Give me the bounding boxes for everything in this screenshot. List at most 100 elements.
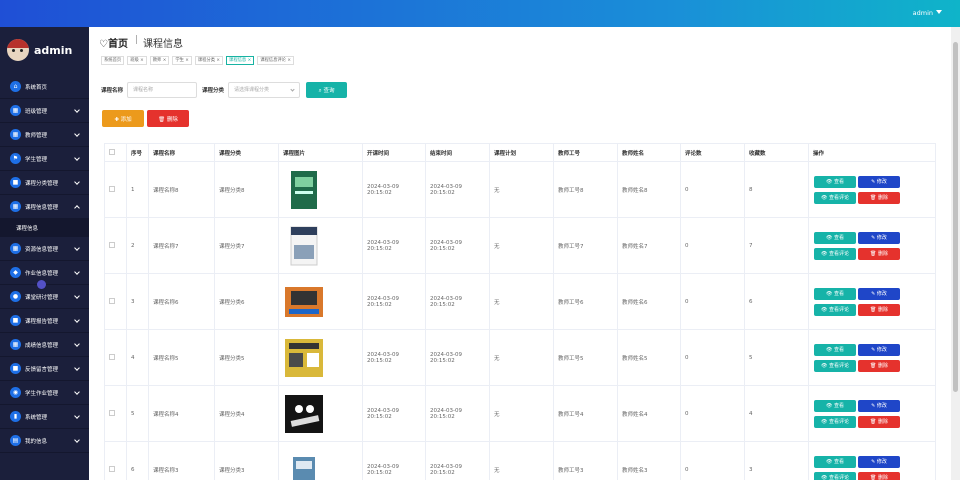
sidebar-item[interactable]: ▦ 资源信息管理 [0,237,89,261]
view-comments-button[interactable]: 👁 查看评论 [814,471,856,480]
batch-delete-button[interactable]: 🗑 删除 [147,110,189,127]
course-name-input[interactable]: 课程名称 [127,82,198,98]
course-table: 序号 课程名称 课程分类 课程图片 开课时间 结束时间 课程计划 教师工号 教师姓名 评论数 收藏数… [104,143,936,480]
edit-button[interactable]: ✎ 修改 [858,343,900,356]
view-button[interactable]: 👁 查看 [814,343,856,356]
cell-cat: 课程分类4 [214,385,279,442]
edit-button[interactable]: ✎ 修改 [858,231,900,244]
tab[interactable]: 系统首页 [101,56,125,65]
sidebar-item[interactable]: ■ 课程分类管理 [0,171,89,195]
sidebar-item[interactable]: ▦ 课程信息管理 [0,195,89,219]
delete-button[interactable]: 🗑 删除 [858,247,900,260]
select-all-checkbox[interactable] [109,148,115,155]
grid-icon: ▦ [10,339,21,350]
sidebar-item-label: 学生作业管理 [25,390,59,397]
view-comments-button[interactable]: 👁 查看评论 [814,303,856,316]
table-row: 5 课程名称4 课程分类4 2024-03-09 20:15:02 2024-03-09… [104,385,936,442]
view-comments-button[interactable]: 👁 查看评论 [814,415,856,428]
view-button[interactable]: 👁 查看 [814,175,856,188]
view-button[interactable]: 👁 查看 [814,399,856,412]
cell-fav: 6 [744,273,809,330]
sidebar-subitem[interactable]: 课程信息 [0,219,89,237]
delete-button[interactable]: 🗑 删除 [858,191,900,204]
sidebar-item[interactable]: ▦ 成绩信息管理 [0,333,89,357]
tab[interactable]: 学生 × [172,56,192,65]
shield-icon: ◆ [10,267,21,278]
cell-end: 2024-03-09 20:15:02 [425,329,490,386]
cell-cat: 课程分类7 [214,217,279,274]
sidebar-item[interactable]: ⚑ 学生管理 [0,147,89,171]
sidebar-item-label: 反馈留言管理 [25,366,59,373]
page-scrollbar[interactable] [951,27,960,480]
row-checkbox[interactable] [109,185,115,192]
delete-button[interactable]: 🗑 删除 [858,303,900,316]
search-button[interactable]: ⌕ 查询 [306,82,348,98]
column-header [104,143,127,162]
tab[interactable]: 教师 × [149,56,170,65]
view-comments-button[interactable]: 👁 查看评论 [814,359,856,372]
cell-cat: 课程分类3 [214,441,279,480]
cell-fav: 4 [744,385,809,442]
edit-button[interactable]: ✎ 修改 [858,287,900,300]
sidebar-item[interactable]: ▮ 系统管理 [0,405,89,429]
cell-tname: 教师姓名8 [617,161,681,218]
sidebar-item[interactable]: ▦ 教师管理 [0,123,89,147]
user-menu[interactable]: admin [913,9,942,17]
sidebar-item[interactable]: ▤ 我的信息 [0,429,89,453]
row-checkbox[interactable] [109,409,115,416]
delete-button[interactable]: 🗑 删除 [858,415,900,428]
row-checkbox[interactable] [109,353,115,360]
breadcrumb-home[interactable]: ♡首页 [99,35,128,50]
view-comments-button[interactable]: 👁 查看评论 [814,191,856,204]
column-header: 操作 [808,143,936,162]
sidebar-item-label: 班级管理 [25,108,48,115]
ops-cell: 👁 查看 ✎ 修改 👁 查看评论 🗑 删除 [808,441,936,480]
sidebar-item[interactable]: ● 课堂研讨管理 [0,285,89,309]
add-button[interactable]: ✚ 添加 [102,110,144,127]
cell-no: 3 [126,273,149,330]
column-header: 结束时间 [425,143,490,162]
sidebar-item[interactable]: ◉ 学生作业管理 [0,381,89,405]
sidebar-item[interactable]: ⌂ 系统首页 [0,75,89,99]
chevron-down-icon [74,293,80,299]
cell-tname: 教师姓名5 [617,329,681,386]
chevron-down-icon [74,155,80,161]
ops-cell: 👁 查看 ✎ 修改 👁 查看评论 🗑 删除 [808,217,936,274]
tab[interactable]: 班级 × [127,56,147,65]
view-comments-button[interactable]: 👁 查看评论 [814,247,856,260]
view-button[interactable]: 👁 查看 [814,455,856,468]
course-image [290,226,318,265]
row-checkbox[interactable] [109,241,115,248]
edit-button[interactable]: ✎ 修改 [858,399,900,412]
tab[interactable]: 课程信息 × [226,56,255,65]
sidebar-item-label: 教师管理 [25,132,48,139]
chevron-down-icon [74,269,80,275]
sidebar-item-label: 课堂研讨管理 [25,294,59,301]
edit-button[interactable]: ✎ 修改 [858,455,900,468]
top-bar: admin [0,0,960,27]
sidebar-item[interactable]: ■ 反馈留言管理 [0,357,89,381]
row-checkbox[interactable] [109,297,115,304]
row-checkbox[interactable] [109,465,115,472]
course-category-select[interactable]: 请选择课程分类 [228,82,301,98]
caret-down-icon [936,10,942,14]
view-button[interactable]: 👁 查看 [814,231,856,244]
delete-button[interactable]: 🗑 删除 [858,359,900,372]
scrollbar-thumb[interactable] [953,42,958,392]
row-select-cell [104,385,127,442]
tab[interactable]: 课程分类 × [194,56,224,65]
sidebar-item[interactable]: ▦ 班级管理 [0,99,89,123]
cover-cell [278,329,363,386]
tab[interactable]: 课程信息评论 × [257,56,294,65]
box-icon: ■ [10,315,21,326]
row-select-cell [104,329,127,386]
sidebar-item[interactable]: ■ 课程报告管理 [0,309,89,333]
cell-start: 2024-03-09 20:15:02 [362,329,426,386]
cell-fav: 5 [744,329,809,386]
edit-button[interactable]: ✎ 修改 [858,175,900,188]
cell-tname: 教师姓名4 [617,385,681,442]
table-row: 2 课程名称7 课程分类7 2024-03-09 20:15:02 2024-03-09… [104,217,936,274]
delete-button[interactable]: 🗑 删除 [858,471,900,480]
view-button[interactable]: 👁 查看 [814,287,856,300]
column-header: 教师工号 [553,143,618,162]
